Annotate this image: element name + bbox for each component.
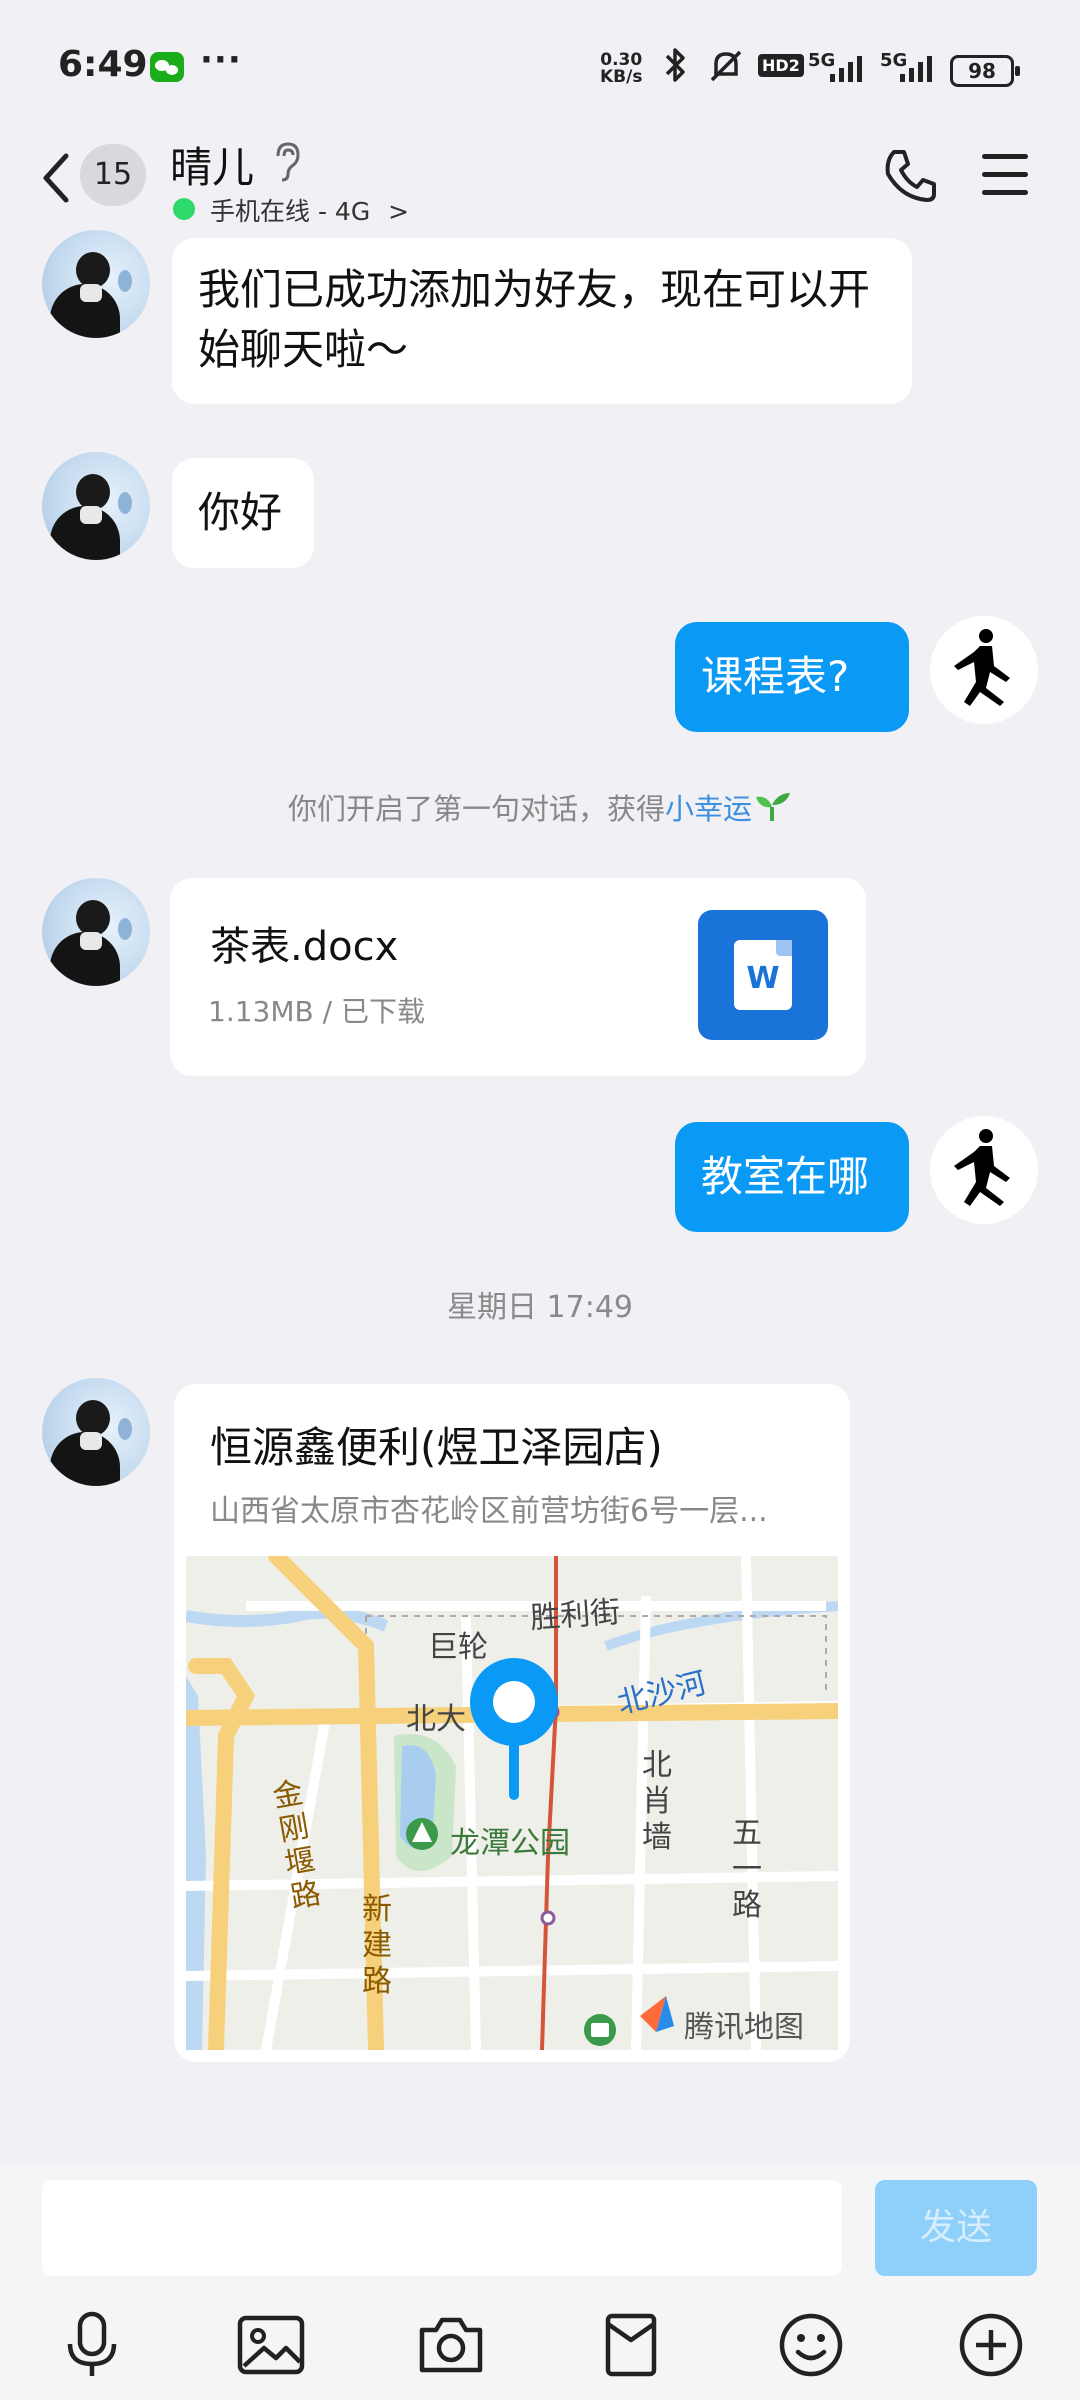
- map-label: 龙潭公园: [450, 1826, 570, 1861]
- map-label: 巨轮: [428, 1630, 488, 1665]
- chevron-right-icon: >: [388, 197, 410, 226]
- message-input[interactable]: [42, 2180, 842, 2276]
- wechat-notification-icon: [150, 52, 184, 82]
- contact-name[interactable]: 晴儿: [170, 134, 254, 195]
- file-name: 茶表.docx: [210, 924, 399, 970]
- ear-icon: [276, 142, 300, 182]
- contact-avatar[interactable]: [42, 878, 150, 986]
- signal-icon-1: [830, 56, 862, 82]
- camera-icon[interactable]: [416, 2310, 486, 2380]
- image-icon[interactable]: [236, 2310, 306, 2380]
- more-notifications-icon: ···: [200, 40, 242, 80]
- message-bubble-outgoing[interactable]: 教室在哪: [675, 1122, 909, 1232]
- tencent-map-logo: 腾讯地图: [684, 2010, 804, 2045]
- red-packet-icon[interactable]: [596, 2310, 666, 2380]
- online-status-dot: [173, 198, 195, 220]
- menu-icon[interactable]: [982, 154, 1028, 208]
- file-meta: 1.13MB / 已下载: [208, 995, 425, 1028]
- online-status-label: 手机在线 - 4G: [210, 197, 371, 226]
- contact-avatar[interactable]: [42, 1378, 150, 1486]
- location-name: 恒源鑫便利(煜卫泽园店): [210, 1423, 663, 1472]
- message-bubble-outgoing[interactable]: 课程表?: [675, 622, 909, 732]
- message-bubble-incoming[interactable]: 你好: [172, 458, 314, 568]
- map-preview[interactable]: 胜利街 巨轮 北大 北沙河 金刚堰路 龙潭公园 北肖墙 五一路 新建路 腾讯地图: [186, 1556, 838, 2050]
- microphone-icon[interactable]: [60, 2310, 124, 2380]
- network-speed: 0.30 KB/s: [600, 52, 642, 86]
- bluetooth-icon: [665, 48, 685, 82]
- hd-voice-icon: HD2: [758, 54, 804, 77]
- signal-icon-2: [900, 56, 932, 82]
- system-notice-text: 你们开启了第一句对话，获得: [287, 792, 665, 826]
- map-label: 胜利街: [529, 1594, 622, 1637]
- contact-avatar[interactable]: [42, 452, 150, 560]
- word-document-icon: W: [698, 910, 828, 1040]
- map-label: 五一路: [732, 1816, 762, 1923]
- lucky-link[interactable]: 小幸运: [665, 792, 752, 826]
- my-avatar[interactable]: [930, 1116, 1038, 1224]
- system-notice: 你们开启了第一句对话，获得小幸运: [0, 786, 1080, 828]
- phone-call-icon[interactable]: [880, 146, 940, 206]
- file-message-card[interactable]: 茶表.docx 1.13MB / 已下载 W: [170, 878, 866, 1076]
- unread-count-badge[interactable]: 15: [80, 144, 146, 206]
- send-button[interactable]: 发送: [875, 2180, 1037, 2276]
- battery-indicator: 98: [950, 55, 1020, 87]
- location-message-card[interactable]: 恒源鑫便利(煜卫泽园店) 山西省太原市杏花岭区前营坊街6号一层... 胜利街 巨…: [174, 1384, 850, 2062]
- mute-bell-icon: [710, 50, 742, 82]
- add-more-icon[interactable]: [956, 2310, 1026, 2380]
- message-timestamp: 星期日 17:49: [447, 1290, 633, 1325]
- emoji-icon[interactable]: [776, 2310, 846, 2380]
- status-bar: 6:49 ··· 0.30 KB/s HD2 5G 5G 98: [0, 0, 1080, 130]
- status-time: 6:49: [58, 44, 148, 85]
- word-icon-letter: W: [734, 940, 792, 1010]
- map-label: 北大: [406, 1702, 466, 1737]
- map-label: 北肖墙: [642, 1748, 672, 1855]
- contact-avatar[interactable]: [42, 230, 150, 338]
- jumpman-logo-icon: [954, 1129, 1010, 1206]
- my-avatar[interactable]: [930, 616, 1038, 724]
- jumpman-logo-icon: [954, 629, 1010, 706]
- sprout-icon: [756, 793, 791, 821]
- online-status-text[interactable]: 手机在线 - 4G >: [210, 192, 409, 228]
- back-arrow-icon[interactable]: [36, 148, 76, 208]
- map-label: 新建路: [362, 1892, 392, 1999]
- message-bubble-incoming[interactable]: 我们已成功添加为好友，现在可以开始聊天啦～: [172, 238, 912, 404]
- speed-unit: KB/s: [600, 67, 643, 87]
- location-address: 山西省太原市杏花岭区前营坊街6号一层...: [210, 1494, 768, 1529]
